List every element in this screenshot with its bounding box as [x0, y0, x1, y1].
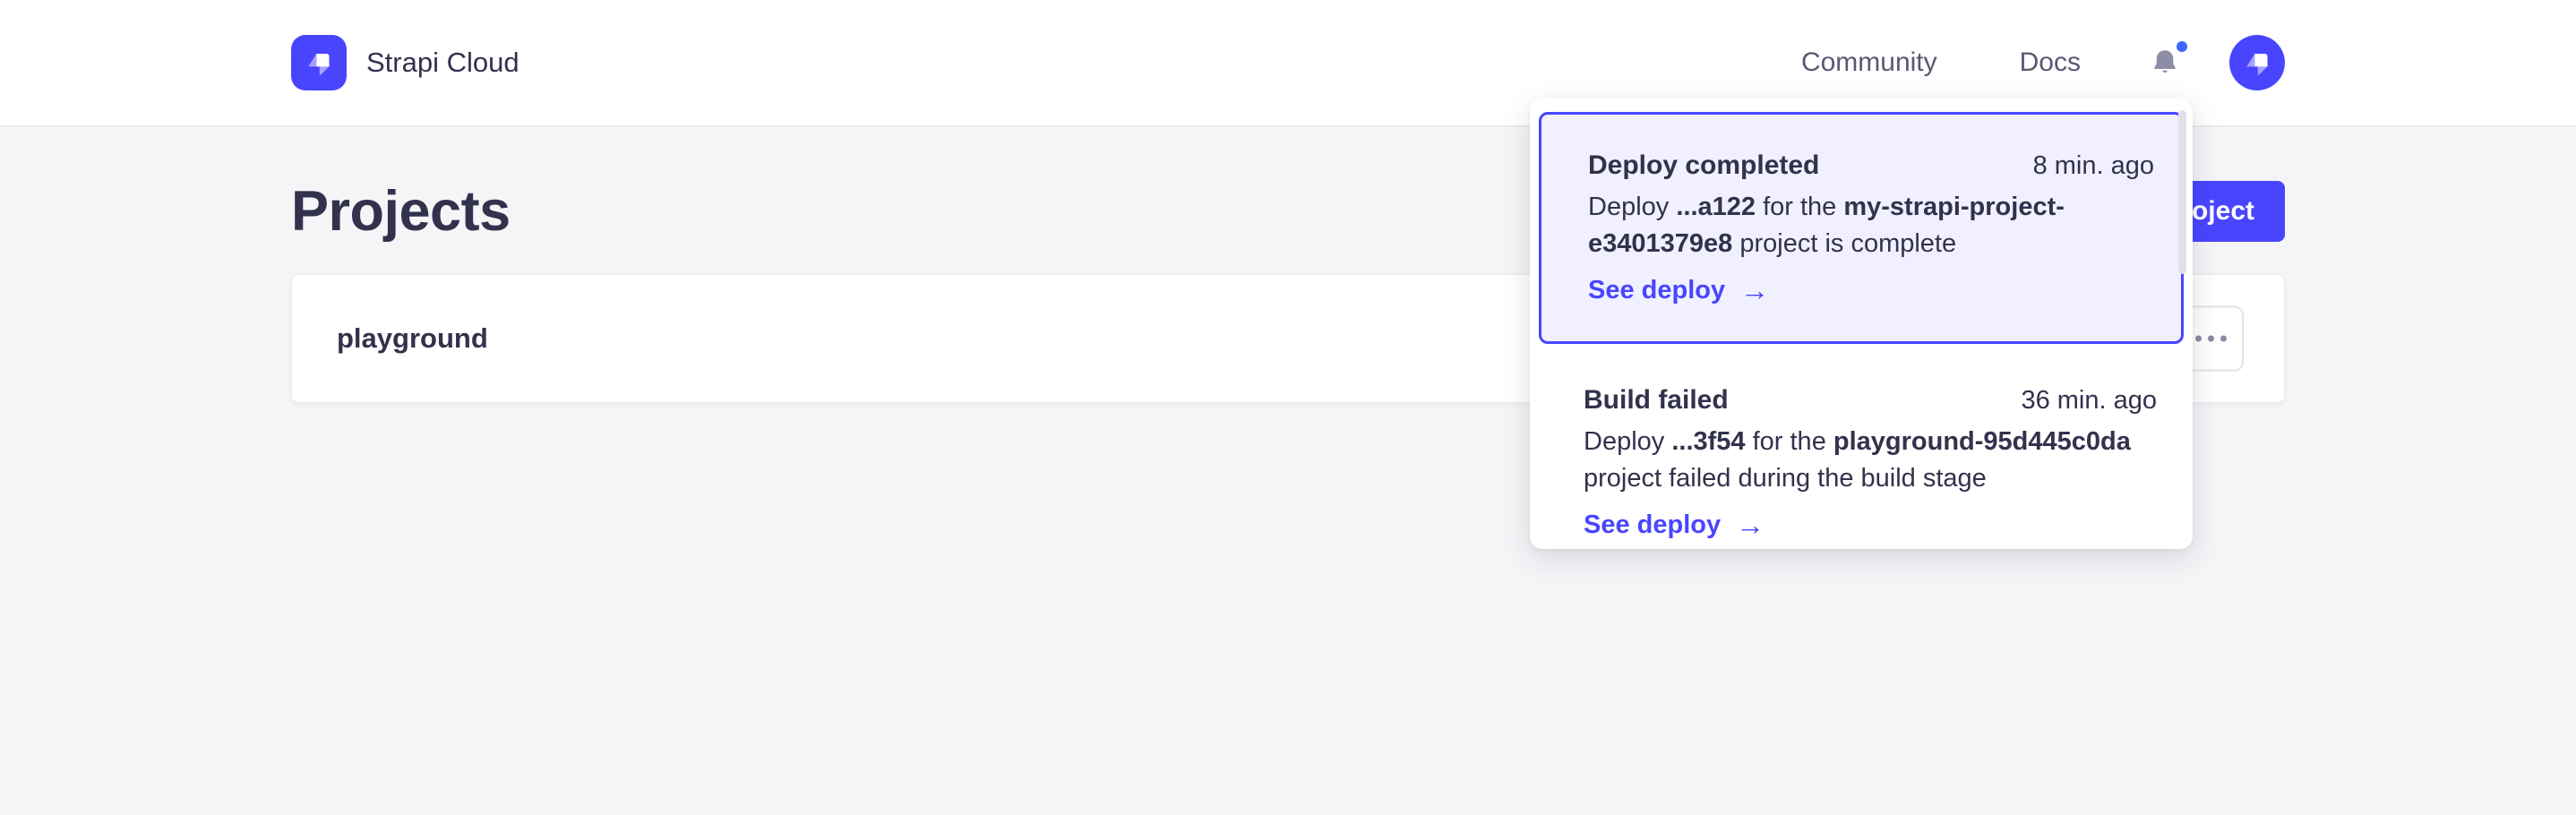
notifications-dropdown: Deploy completed 8 min. ago Deploy ...a1… — [1530, 99, 2193, 549]
see-deploy-link[interactable]: See deploy → — [1588, 272, 2154, 309]
brand-name: Strapi Cloud — [366, 47, 519, 79]
scrollbar-thumb[interactable] — [2178, 110, 2186, 274]
strapi-avatar-icon — [2237, 42, 2278, 83]
notification-title: Build failed — [1584, 382, 1729, 418]
header-nav: Community Docs — [1801, 35, 2285, 90]
nav-link-community[interactable]: Community — [1801, 47, 1937, 78]
notification-time: 8 min. ago — [2033, 148, 2154, 184]
notification-time: 36 min. ago — [2021, 382, 2157, 419]
notification-title: Deploy completed — [1588, 147, 1819, 184]
brand-home-link[interactable]: Strapi Cloud — [291, 35, 519, 90]
notification-body: Deploy ...a122 for the my-strapi-project… — [1588, 189, 2154, 262]
notification-body: Deploy ...3f54 for the playground-95d445… — [1584, 424, 2157, 497]
project-name: playground — [337, 322, 488, 355]
page-title: Projects — [291, 182, 511, 242]
notifications-bell-button[interactable] — [2147, 43, 2183, 82]
arrow-right-icon: → — [1736, 507, 1765, 544]
ellipsis-icon — [2195, 336, 2202, 342]
bell-icon — [2149, 47, 2181, 79]
notification-item-build-failed[interactable]: Build failed 36 min. ago Deploy ...3f54 … — [1539, 344, 2184, 544]
strapi-logo-icon — [291, 35, 347, 90]
nav-link-docs[interactable]: Docs — [2020, 47, 2081, 78]
see-deploy-link[interactable]: See deploy → — [1584, 507, 2157, 544]
unread-dot — [2177, 41, 2187, 52]
profile-avatar-button[interactable] — [2229, 35, 2285, 90]
notification-item-deploy-completed[interactable]: Deploy completed 8 min. ago Deploy ...a1… — [1539, 112, 2184, 344]
arrow-right-icon: → — [1740, 272, 1769, 309]
